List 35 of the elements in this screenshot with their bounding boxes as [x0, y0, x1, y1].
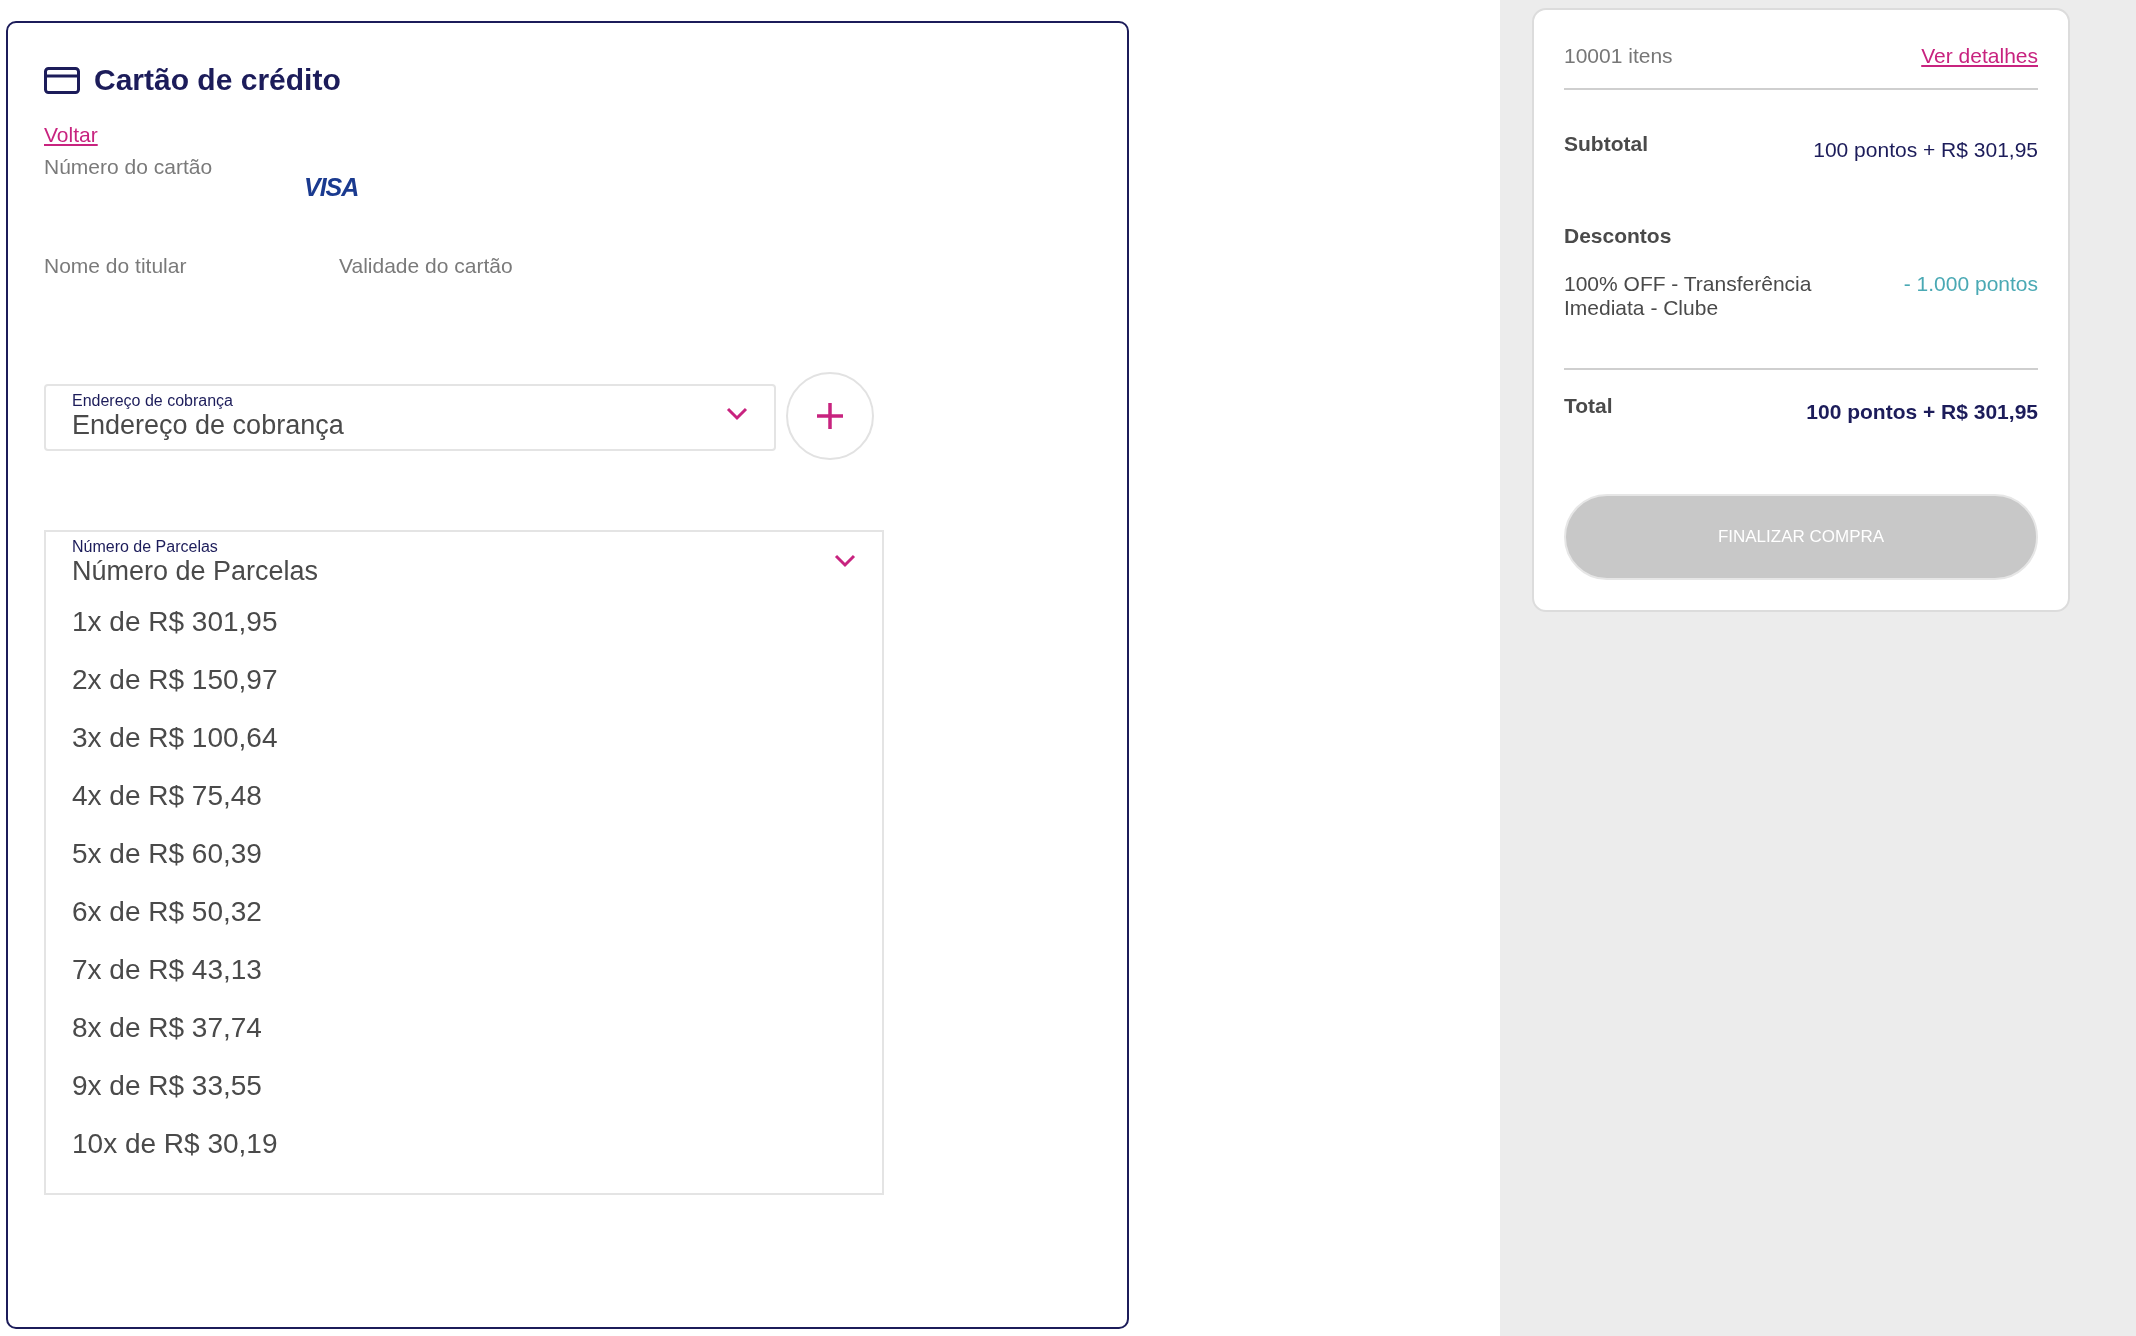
total-value: 100 pontos + R$ 301,95 [1806, 400, 2038, 424]
subtotal-label: Subtotal [1564, 132, 1648, 156]
plus-icon [816, 402, 844, 430]
installment-option[interactable]: 3x de R$ 100,64 [72, 709, 856, 767]
field-label: Número de Parcelas [72, 538, 219, 556]
items-count: 10001 itens [1564, 44, 1673, 68]
installment-option[interactable]: 9x de R$ 33,55 [72, 1057, 856, 1115]
details-link[interactable]: Ver detalhes [1921, 44, 2038, 68]
discount-value: - 1.000 pontos [1903, 272, 2038, 296]
select-field[interactable]: Número de Parcelas Número de Parcelas 1x de R$ 301,95 2x de R$ 150,97 3x de R$ 100,64 4x de R$ 75,48 5x de R$ 60,39 6x de R$ 50,32 7x de R$ 43,13 8x de R$ 37,74 9x de R$ 33,55 10x de R$ 30,19 [44, 530, 884, 1195]
chevron-down-icon [834, 553, 856, 568]
expiry-field[interactable]: Validade do cartão [339, 254, 614, 278]
field-value: Endereço de cobrança [72, 409, 344, 441]
subtotal-value: 100 pontos + R$ 301,95 [1813, 138, 2038, 162]
back-link[interactable]: Voltar [44, 123, 98, 147]
chevron-down-icon [726, 407, 748, 421]
section-title: Cartão de crédito [94, 63, 341, 97]
discounts-title: Descontos [1564, 224, 1673, 248]
select-field[interactable]: Endereço de cobrança Endereço de cobrança [44, 383, 776, 451]
card-brand-logo: VISA [304, 173, 359, 202]
total-label: Total [1564, 394, 1613, 418]
credit-card-icon [44, 66, 80, 94]
installment-option[interactable]: 2x de R$ 150,97 [72, 651, 856, 709]
installment-option[interactable]: 8x de R$ 37,74 [72, 999, 856, 1057]
installment-option[interactable]: 7x de R$ 43,13 [72, 941, 856, 999]
holder-name-field[interactable]: Nome do titular [44, 254, 319, 278]
installment-option[interactable]: 1x de R$ 301,95 [72, 593, 856, 651]
discount-label: 100% OFF - Transferência Imediata - Clube [1564, 272, 1813, 320]
installment-option[interactable]: 10x de R$ 30,19 [72, 1115, 856, 1173]
card-number-field[interactable]: Número do cartão [44, 155, 284, 179]
installment-option[interactable]: 5x de R$ 60,39 [72, 825, 856, 883]
field-value: Número de Parcelas [72, 556, 319, 587]
field-label: Endereço de cobrança [72, 391, 234, 410]
installment-option[interactable]: 4x de R$ 75,48 [72, 767, 856, 825]
installment-option[interactable]: 6x de R$ 50,32 [72, 883, 856, 941]
